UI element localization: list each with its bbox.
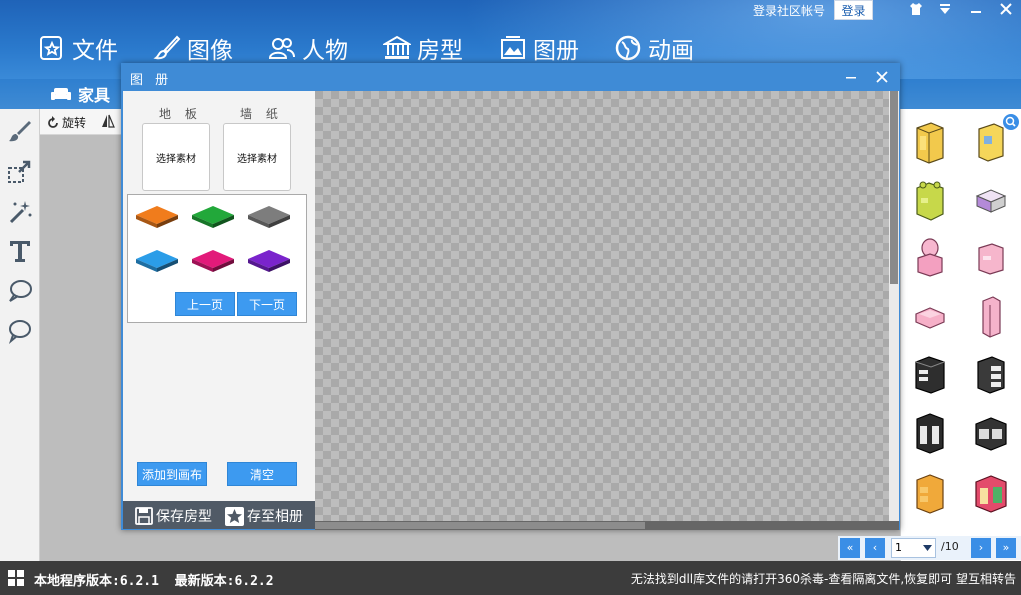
page-total: /10 bbox=[941, 540, 959, 553]
save-to-album-label: 存至相册 bbox=[247, 506, 303, 526]
flip-button[interactable] bbox=[101, 114, 115, 131]
people-icon bbox=[268, 34, 296, 62]
menu-floorplan-label: 房型 bbox=[417, 31, 463, 65]
pink-sofa-item[interactable] bbox=[913, 296, 947, 338]
black-dresser-item[interactable] bbox=[913, 354, 947, 396]
cabinet-yellow-item[interactable] bbox=[974, 122, 1008, 164]
floor-tile-blue[interactable] bbox=[134, 247, 180, 275]
menu-file[interactable]: 文件 bbox=[38, 30, 118, 66]
menu-people-label: 人物 bbox=[302, 31, 348, 65]
wooden-cabinet-item[interactable] bbox=[913, 472, 947, 514]
rotate-button[interactable]: 旋转 bbox=[46, 114, 86, 131]
menu-album[interactable]: 图册 bbox=[499, 30, 579, 66]
login-button[interactable]: 登录 bbox=[834, 0, 873, 20]
clear-button[interactable]: 清空 bbox=[227, 462, 297, 486]
sofa-icon bbox=[50, 85, 72, 103]
chevron-down-icon bbox=[923, 545, 932, 551]
horizontal-scroll-thumb[interactable] bbox=[315, 522, 645, 529]
tiles-next-page-button[interactable]: 下一页 bbox=[237, 292, 297, 316]
version-info: 本地程序版本:6.2.1 最新版本:6.2.2 bbox=[34, 570, 274, 589]
select-floor-material-button[interactable]: 选择素材 bbox=[142, 123, 210, 191]
rotate-label: 旋转 bbox=[62, 114, 86, 131]
floor-tile-pink[interactable] bbox=[190, 247, 236, 275]
select-wallpaper-material-button[interactable]: 选择素材 bbox=[223, 123, 291, 191]
menu-file-label: 文件 bbox=[72, 31, 118, 65]
black-drawers-item[interactable] bbox=[974, 354, 1008, 396]
wallpaper-label: 墙 纸 bbox=[240, 105, 283, 122]
flip-icon bbox=[101, 114, 115, 128]
dialog-title: 图 册 bbox=[130, 69, 172, 88]
menu-image[interactable]: 图像 bbox=[153, 30, 233, 66]
brush-icon bbox=[153, 34, 181, 62]
page-select[interactable]: 1 bbox=[891, 538, 936, 558]
purple-box-item[interactable] bbox=[974, 180, 1008, 222]
windows-grid-icon[interactable] bbox=[8, 570, 25, 587]
pink-dresser-item[interactable] bbox=[913, 238, 947, 280]
baby-cabinet-item[interactable] bbox=[913, 180, 947, 222]
menu-animation-label: 动画 bbox=[648, 31, 694, 65]
dialog-close-icon[interactable] bbox=[876, 71, 888, 83]
dialog-footer: 保存房型 存至相册 bbox=[123, 501, 315, 529]
tab-furniture[interactable]: 家具 bbox=[50, 82, 110, 106]
material-panel: 地 板 墙 纸 选择素材 选择素材 上一页 下一页 添加到画布 清空 bbox=[123, 91, 315, 501]
menu-floorplan[interactable]: 房型 bbox=[383, 30, 463, 66]
resize-tool-icon[interactable] bbox=[7, 158, 33, 184]
album-icon bbox=[499, 34, 527, 62]
skin-shirt-icon[interactable] bbox=[905, 2, 927, 20]
floor-label: 地 板 bbox=[159, 105, 202, 122]
menu-album-label: 图册 bbox=[533, 31, 579, 65]
black-tv-cabinet-item[interactable] bbox=[974, 412, 1008, 454]
speech-bubble-alt-tool-icon[interactable] bbox=[7, 318, 33, 344]
prev-page-button[interactable]: ‹ bbox=[865, 538, 885, 558]
left-toolbar bbox=[0, 109, 40, 561]
vertical-scrollbar[interactable] bbox=[889, 91, 899, 521]
add-to-canvas-button[interactable]: 添加到画布 bbox=[137, 462, 207, 486]
menu-animation[interactable]: 动画 bbox=[614, 30, 694, 66]
pink-nightstand-item[interactable] bbox=[974, 238, 1008, 280]
tab-furniture-label: 家具 bbox=[78, 82, 110, 106]
menu-image-label: 图像 bbox=[187, 31, 233, 65]
speech-bubble-tool-icon[interactable] bbox=[7, 278, 33, 304]
last-page-button[interactable]: » bbox=[996, 538, 1016, 558]
minimize-icon[interactable] bbox=[965, 2, 987, 20]
star-icon bbox=[225, 507, 244, 526]
floor-tile-gray[interactable] bbox=[246, 203, 292, 231]
save-floorplan-label: 保存房型 bbox=[156, 506, 212, 526]
floor-tile-green[interactable] bbox=[190, 203, 236, 231]
vertical-scroll-thumb[interactable] bbox=[890, 91, 898, 284]
floor-tile-orange[interactable] bbox=[134, 203, 180, 231]
furniture-library-panel bbox=[900, 109, 1021, 561]
pink-wardrobe-item[interactable] bbox=[974, 296, 1008, 338]
close-icon[interactable] bbox=[995, 2, 1017, 20]
building-icon bbox=[383, 34, 411, 62]
album-preview-canvas[interactable] bbox=[315, 91, 889, 521]
wardrobe-yellow-item[interactable] bbox=[913, 122, 947, 164]
paint-brush-tool-icon[interactable] bbox=[7, 118, 33, 144]
rotate-icon bbox=[46, 116, 60, 130]
menu-people[interactable]: 人物 bbox=[268, 30, 348, 66]
dropdown-menu-icon[interactable] bbox=[934, 2, 956, 20]
community-login-link[interactable]: 登录社区帐号 bbox=[753, 2, 825, 19]
text-tool-icon[interactable] bbox=[7, 238, 33, 264]
tiles-prev-page-button[interactable]: 上一页 bbox=[175, 292, 235, 316]
floor-tile-purple[interactable] bbox=[246, 247, 292, 275]
file-star-icon bbox=[38, 34, 66, 62]
colorful-wardrobe-item[interactable] bbox=[974, 472, 1008, 514]
globe-icon bbox=[614, 34, 642, 62]
magic-wand-tool-icon[interactable] bbox=[7, 198, 33, 224]
floor-tile-grid: 上一页 下一页 bbox=[127, 194, 307, 323]
dll-warning-text: 无法找到dll库文件的请打开360杀毒-查看隔离文件,恢复即可 望互相转告 bbox=[631, 570, 1016, 587]
page-select-value: 1 bbox=[895, 541, 902, 554]
first-page-button[interactable]: « bbox=[840, 538, 860, 558]
album-dialog: 图 册 地 板 墙 纸 选择素材 选择素材 上一页 下一页 添加到画布 清空 保… bbox=[121, 63, 900, 530]
save-to-album-button[interactable]: 存至相册 bbox=[225, 506, 303, 526]
black-wardrobe-item[interactable] bbox=[913, 412, 947, 454]
save-floorplan-button[interactable]: 保存房型 bbox=[135, 506, 212, 526]
status-bar: 本地程序版本:6.2.1 最新版本:6.2.2 无法找到dll库文件的请打开36… bbox=[0, 561, 1021, 595]
dialog-minimize-icon[interactable] bbox=[845, 71, 857, 83]
next-page-button[interactable]: › bbox=[971, 538, 991, 558]
horizontal-scrollbar[interactable] bbox=[315, 521, 899, 530]
floppy-disk-icon bbox=[135, 507, 153, 525]
